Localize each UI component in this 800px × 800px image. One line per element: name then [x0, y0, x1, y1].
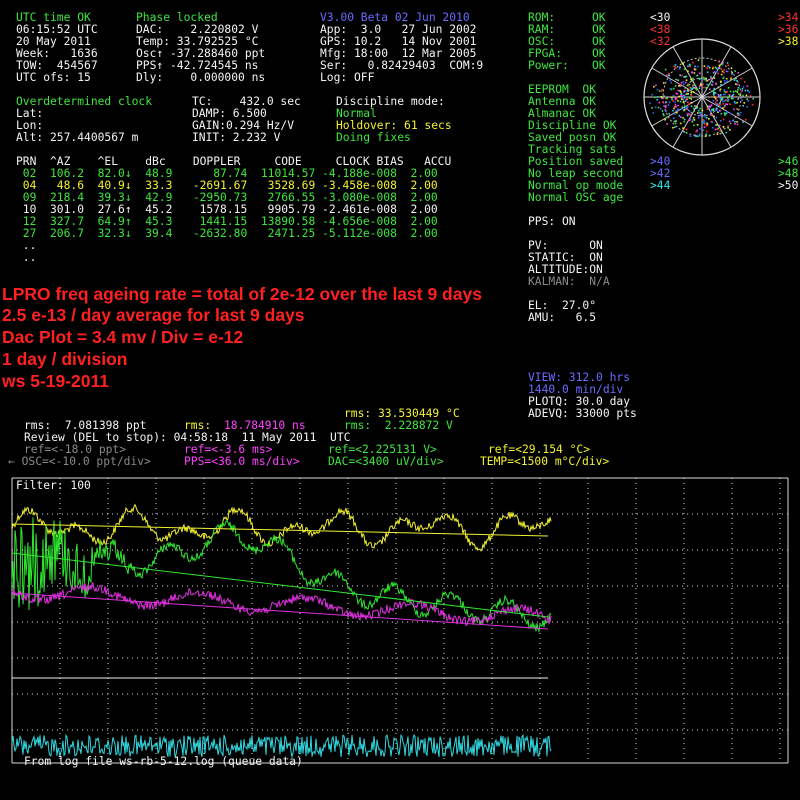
log-source: From log file ws-rb-5-12.log (queue data…: [24, 755, 303, 768]
utc-offset: UTC ofs: 15: [16, 71, 91, 84]
note-ageing-rate: LPRO freq ageing rate = total of 2e-12 o…: [2, 284, 482, 304]
log-status: Log: OFF: [320, 71, 375, 84]
note-signature: ws 5-19-2011: [2, 371, 110, 391]
pps-trace: [11, 581, 552, 627]
pps-state: PPS: ON: [528, 215, 576, 228]
sky-label-bl-3: >44: [650, 179, 671, 192]
sky-label-br-3: >50: [778, 179, 799, 192]
note-time-scale: 1 day / division: [2, 349, 128, 369]
delay-value: Dly: 0.000000 ns: [136, 71, 266, 84]
sat-row: ..: [16, 251, 37, 264]
rms-volts: rms: 2.228872 V: [344, 419, 453, 432]
altitude: Alt: 257.4400567 m: [16, 131, 139, 144]
kalman-filter: KALMAN: N/A: [528, 275, 610, 288]
note-dac-plot: Dac Plot = 3.4 mv / Div = e-12: [2, 327, 244, 347]
health-power: Power:: [528, 59, 569, 72]
status-osc-age: Normal OSC age: [528, 191, 624, 204]
filter-setting: Filter: 100: [16, 479, 91, 492]
health-power-value: OK: [592, 59, 606, 72]
fix-status: Doing fixes: [336, 131, 411, 144]
sky-label-tl-3: <32: [650, 35, 671, 48]
sky-label-tr-3: >38: [778, 35, 799, 48]
adev-queue: ADEVQ: 33000 pts: [528, 407, 637, 420]
sat-row: 27 206.7 32.3↓ 39.4 -2632.80 2471.25 -5.…: [16, 227, 438, 240]
init-voltage: INIT: 2.232 V: [192, 131, 281, 144]
dac-trend-line: [11, 552, 549, 618]
osc-trace: [11, 733, 552, 759]
amu-mask: AMU: 6.5: [528, 311, 597, 324]
note-daily-average: 2.5 e-13 / day average for last 9 days: [2, 305, 305, 325]
strip-chart: [11, 477, 789, 764]
